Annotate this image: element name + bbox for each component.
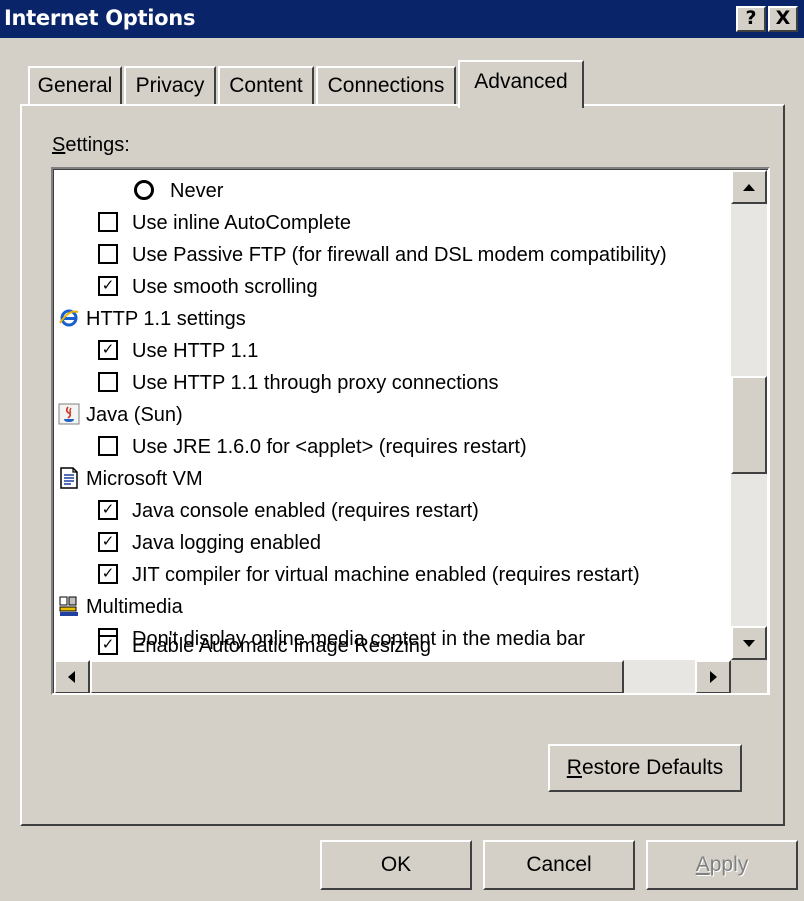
category-microsoft-vm: Microsoft VM bbox=[58, 464, 203, 495]
checkbox-http11-proxy[interactable] bbox=[98, 371, 118, 392]
list-item-label: Use JRE 1.6.0 for <applet> (requires res… bbox=[132, 436, 527, 458]
restore-mnemonic: R bbox=[566, 756, 582, 779]
list-item[interactable]: Never bbox=[134, 176, 223, 207]
tab-connections-label: Connections bbox=[327, 74, 445, 97]
help-button[interactable]: ? bbox=[736, 6, 766, 32]
apply-button[interactable]: Apply bbox=[646, 840, 798, 890]
tab-content[interactable]: Content bbox=[218, 66, 314, 104]
settings-listbox[interactable]: Never Use inline AutoComplete Use Passiv… bbox=[51, 167, 770, 695]
ok-button[interactable]: OK bbox=[320, 840, 472, 890]
list-item-label: Enable Automatic Image Resizing bbox=[132, 635, 432, 657]
restore-defaults-label: estore Defaults bbox=[581, 756, 724, 779]
scroll-corner bbox=[731, 660, 767, 693]
tab-advanced[interactable]: Advanced bbox=[458, 60, 584, 108]
java-icon bbox=[58, 403, 80, 425]
category-label: Java (Sun) bbox=[86, 404, 183, 426]
list-item-label: Use inline AutoComplete bbox=[132, 212, 352, 234]
list-item[interactable]: Use HTTP 1.1 through proxy connections bbox=[98, 368, 498, 399]
tab-general[interactable]: General bbox=[28, 66, 122, 104]
settings-label: Settings: bbox=[52, 134, 130, 157]
settings-list: Never Use inline AutoComplete Use Passiv… bbox=[53, 169, 768, 693]
list-item[interactable]: ✓ JIT compiler for virtual machine enable… bbox=[98, 560, 640, 591]
scroll-down-button[interactable] bbox=[731, 626, 767, 660]
help-icon: ? bbox=[745, 7, 757, 29]
category-label: HTTP 1.1 settings bbox=[86, 308, 246, 330]
tab-privacy[interactable]: Privacy bbox=[124, 66, 216, 104]
arrow-down-icon bbox=[743, 640, 755, 647]
list-item[interactable]: ✓ Java console enabled (requires restart) bbox=[98, 496, 479, 527]
list-item-label: Use HTTP 1.1 through proxy connections bbox=[132, 372, 499, 394]
window-title: Internet Options bbox=[4, 6, 196, 30]
vertical-scroll-thumb[interactable] bbox=[731, 376, 767, 474]
multimedia-icon bbox=[59, 596, 78, 616]
tab-privacy-label: Privacy bbox=[135, 74, 205, 97]
tab-content-label: Content bbox=[229, 74, 303, 97]
arrow-left-icon bbox=[68, 671, 75, 683]
scroll-right-button[interactable] bbox=[695, 660, 731, 693]
tab-connections[interactable]: Connections bbox=[316, 66, 456, 104]
category-label: Multimedia bbox=[86, 596, 183, 618]
arrow-up-icon bbox=[743, 184, 755, 191]
category-http11: HTTP 1.1 settings bbox=[58, 304, 246, 335]
list-item[interactable]: ✓ Use HTTP 1.1 bbox=[98, 336, 258, 367]
apply-label: pply bbox=[709, 853, 749, 876]
scroll-up-button[interactable] bbox=[731, 170, 767, 204]
close-button[interactable]: X bbox=[768, 6, 798, 32]
checkbox-java-console[interactable]: ✓ bbox=[98, 499, 118, 520]
checkbox-java-logging[interactable]: ✓ bbox=[98, 531, 118, 552]
vertical-scrollbar[interactable] bbox=[731, 170, 767, 660]
list-item-label: Use Passive FTP (for firewall and DSL mo… bbox=[132, 244, 667, 266]
close-icon: X bbox=[775, 7, 791, 29]
list-item-label: Never bbox=[170, 180, 224, 202]
list-item-label: Java logging enabled bbox=[132, 532, 322, 554]
horizontal-scrollbar[interactable] bbox=[54, 660, 731, 693]
list-item[interactable]: ✓ Enable Automatic Image Resizing bbox=[98, 631, 431, 662]
arrow-right-icon bbox=[710, 671, 717, 683]
list-item-label: Use smooth scrolling bbox=[132, 276, 318, 298]
list-item[interactable]: Use JRE 1.6.0 for <applet> (requires res… bbox=[98, 432, 527, 463]
list-item-label: Java console enabled (requires restart) bbox=[132, 500, 479, 522]
ok-label: OK bbox=[380, 853, 412, 876]
category-label: Microsoft VM bbox=[86, 468, 203, 490]
checkbox-use-jre[interactable] bbox=[98, 435, 118, 456]
checkbox-passive-ftp[interactable] bbox=[98, 243, 118, 264]
scroll-left-button[interactable] bbox=[54, 660, 90, 693]
settings-mnemonic: S bbox=[52, 134, 66, 156]
apply-mnemonic: A bbox=[695, 853, 710, 876]
title-bar[interactable]: Internet Options ? X bbox=[0, 0, 804, 38]
tab-advanced-label: Advanced bbox=[474, 70, 568, 93]
restore-defaults-button[interactable]: Restore Defaults bbox=[548, 744, 742, 792]
list-item[interactable]: ✓ Use smooth scrolling bbox=[98, 272, 318, 303]
checkbox-use-http11[interactable]: ✓ bbox=[98, 339, 118, 360]
radio-never[interactable] bbox=[134, 179, 154, 200]
list-item[interactable]: Use Passive FTP (for firewall and DSL mo… bbox=[98, 240, 667, 271]
list-item[interactable]: ✓ Java logging enabled bbox=[98, 528, 321, 559]
checkbox-smooth-scrolling[interactable]: ✓ bbox=[98, 275, 118, 296]
checkbox-jit-compiler[interactable]: ✓ bbox=[98, 563, 118, 584]
cancel-label: Cancel bbox=[526, 853, 592, 876]
checkbox-inline-autocomplete[interactable] bbox=[98, 211, 118, 232]
horizontal-scroll-thumb[interactable] bbox=[90, 660, 624, 693]
category-multimedia: Multimedia bbox=[58, 592, 183, 623]
document-icon bbox=[60, 466, 78, 489]
list-item[interactable]: Use inline AutoComplete bbox=[98, 208, 351, 239]
settings-label-text: ettings: bbox=[65, 134, 130, 156]
list-item-label: JIT compiler for virtual machine enabled… bbox=[132, 564, 640, 586]
category-java-sun: Java (Sun) bbox=[58, 400, 183, 431]
ie-icon bbox=[59, 307, 79, 328]
tab-general-label: General bbox=[37, 74, 113, 97]
list-item-label: Use HTTP 1.1 bbox=[132, 340, 259, 362]
cancel-button[interactable]: Cancel bbox=[483, 840, 635, 890]
checkbox-auto-image-resize[interactable]: ✓ bbox=[98, 634, 118, 655]
internet-options-dialog: Internet Options ? X General Privacy Con… bbox=[0, 0, 804, 901]
